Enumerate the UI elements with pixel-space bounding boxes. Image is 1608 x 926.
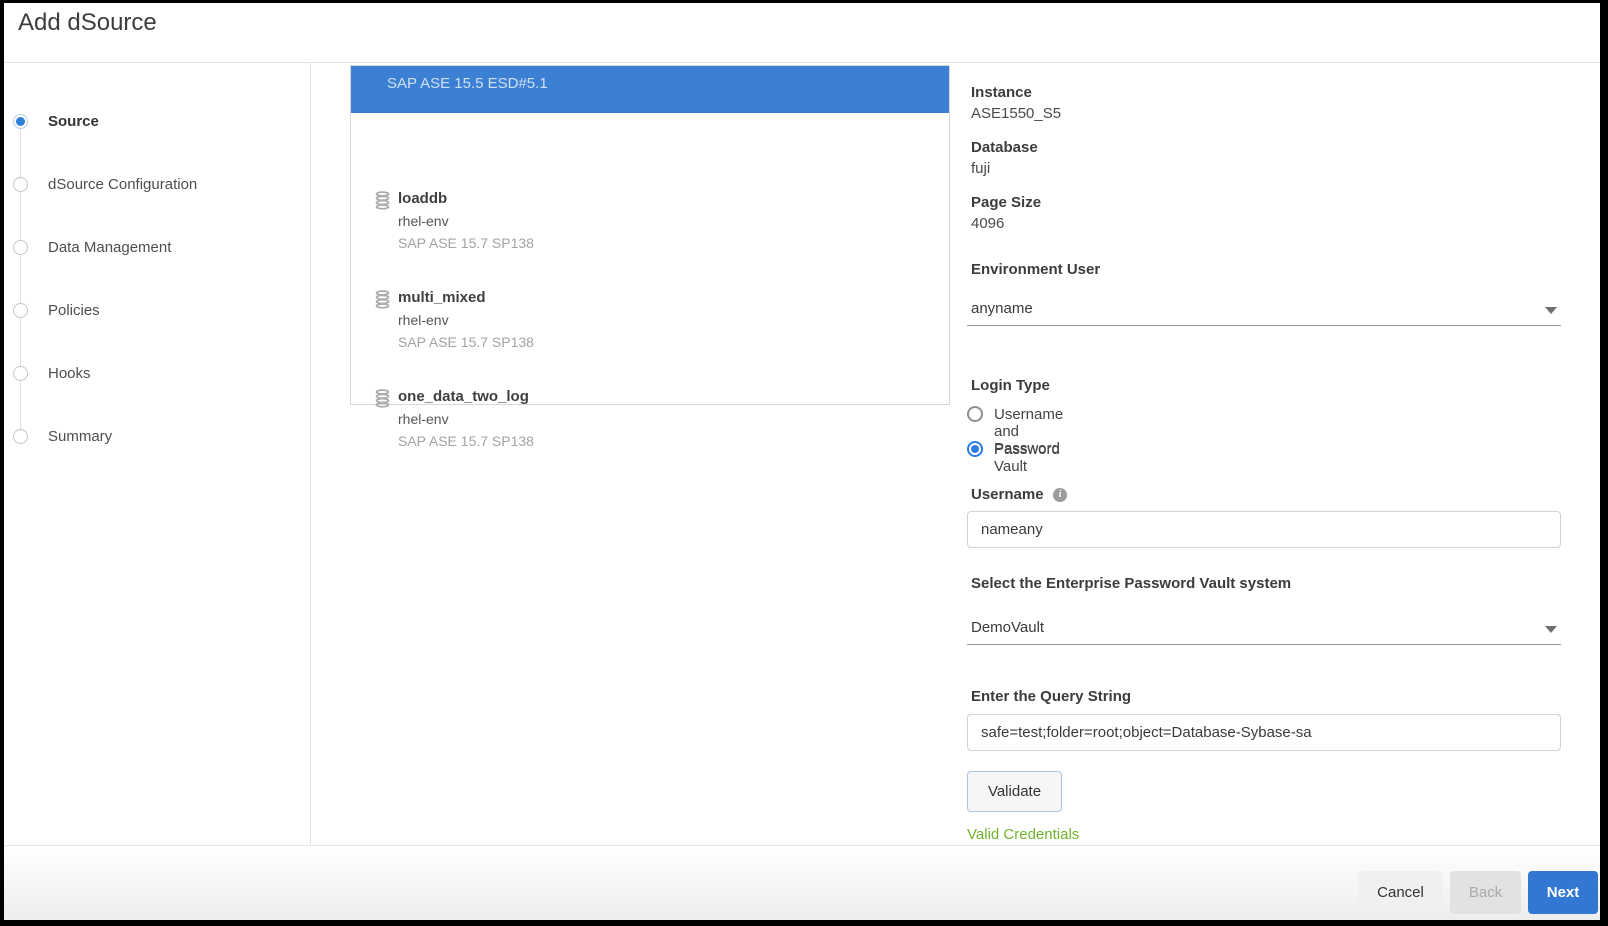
database-environment: rhel-env (398, 312, 449, 328)
step-dsource-configuration[interactable]: dSource Configuration (4, 177, 304, 193)
chevron-down-icon (1545, 626, 1557, 633)
radio-label: Password Vault (994, 441, 1060, 475)
step-label: Hooks (48, 366, 91, 382)
database-version: SAP ASE 15.7 SP138 (398, 334, 534, 350)
source-database-list: SAP ASE 15.5 ESD#5.1 loaddb rhel-env SAP… (350, 65, 950, 405)
chevron-down-icon (1545, 307, 1557, 314)
database-label: Database (971, 139, 1038, 156)
query-string-input[interactable] (967, 714, 1561, 751)
database-icon (375, 290, 390, 309)
step-label: Summary (48, 429, 112, 445)
radio-icon (967, 406, 983, 422)
environment-user-select[interactable]: anyname (967, 298, 1561, 326)
step-radio-icon (13, 429, 28, 444)
database-version: SAP ASE 15.7 SP138 (398, 235, 534, 251)
validate-button[interactable]: Validate (967, 771, 1062, 812)
list-item-loaddb[interactable]: loaddb rhel-env SAP ASE 15.7 SP138 (351, 179, 949, 278)
vault-system-label: Select the Enterprise Password Vault sys… (971, 575, 1291, 592)
validation-status-text: Valid Credentials (967, 826, 1079, 843)
database-value: fuji (971, 160, 990, 177)
username-label: Username (971, 486, 1044, 503)
step-radio-icon (13, 366, 28, 381)
step-label: Source (48, 114, 99, 130)
step-summary[interactable]: Summary (4, 429, 304, 445)
next-button[interactable]: Next (1528, 871, 1598, 914)
step-source[interactable]: Source (4, 114, 304, 130)
list-item-multi-mixed[interactable]: multi_mixed rhel-env SAP ASE 15.7 SP138 (351, 278, 949, 377)
page-title: Add dSource (18, 9, 157, 37)
dialog-footer: Cancel Back Next (4, 845, 1600, 920)
database-environment: rhel-env (398, 411, 449, 427)
step-label: Policies (48, 303, 100, 319)
step-radio-icon (13, 303, 28, 318)
selected-database-row[interactable]: SAP ASE 15.5 ESD#5.1 (351, 66, 949, 113)
database-version: SAP ASE 15.7 SP138 (398, 433, 534, 449)
database-icon (375, 389, 390, 408)
header-divider (4, 62, 1600, 63)
sidebar-divider (310, 62, 311, 844)
step-label: dSource Configuration (48, 177, 197, 193)
step-hooks[interactable]: Hooks (4, 366, 304, 382)
instance-value: ASE1550_S5 (971, 105, 1061, 122)
step-radio-icon (13, 240, 28, 255)
selected-database-version: SAP ASE 15.5 ESD#5.1 (387, 75, 548, 92)
database-icon (375, 191, 390, 210)
database-name: one_data_two_log (398, 388, 529, 405)
step-data-management[interactable]: Data Management (4, 240, 304, 256)
environment-user-label: Environment User (971, 261, 1100, 278)
radio-icon (967, 441, 983, 457)
step-radio-icon (13, 177, 28, 192)
vault-system-value: DemoVault (971, 619, 1044, 636)
list-item-one-data-two-log[interactable]: one_data_two_log rhel-env SAP ASE 15.7 S… (351, 377, 949, 476)
page-size-label: Page Size (971, 194, 1041, 211)
instance-label: Instance (971, 84, 1032, 101)
step-label: Data Management (48, 240, 171, 256)
page-size-value: 4096 (971, 215, 1004, 232)
username-input[interactable] (967, 511, 1561, 548)
database-name: loaddb (398, 190, 447, 207)
step-connector-line (20, 119, 21, 434)
query-string-label: Enter the Query String (971, 688, 1131, 705)
step-policies[interactable]: Policies (4, 303, 304, 319)
login-type-label: Login Type (971, 377, 1050, 394)
environment-user-value: anyname (971, 300, 1033, 317)
add-dsource-dialog: Add dSource Source dSource Configuration… (4, 3, 1600, 920)
cancel-button[interactable]: Cancel (1358, 871, 1443, 914)
info-icon[interactable]: i (1053, 488, 1067, 502)
step-radio-icon (13, 114, 28, 129)
database-name: multi_mixed (398, 289, 486, 306)
back-button[interactable]: Back (1450, 871, 1521, 914)
vault-system-select[interactable]: DemoVault (967, 617, 1561, 645)
database-environment: rhel-env (398, 213, 449, 229)
